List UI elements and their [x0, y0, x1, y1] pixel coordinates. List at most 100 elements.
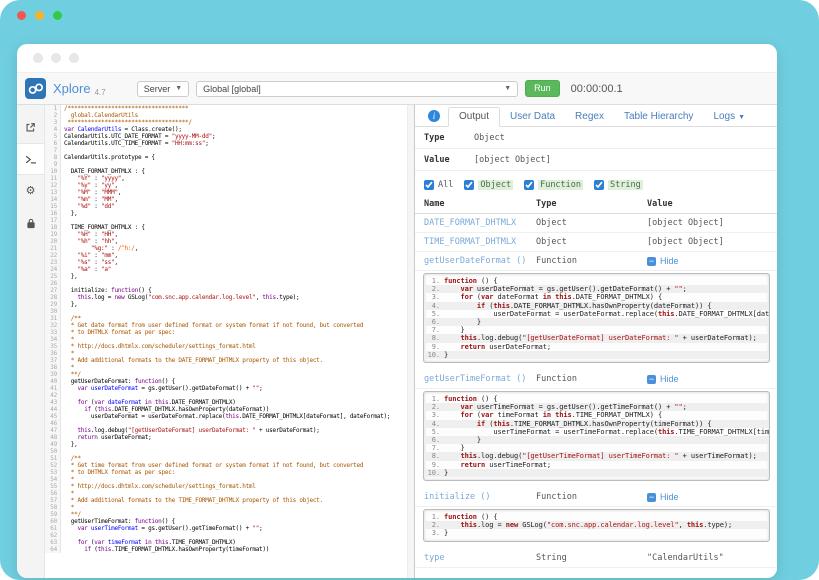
editor-line[interactable]: 56 *: [45, 490, 407, 497]
editor-line[interactable]: 62: [45, 532, 407, 539]
editor-line[interactable]: 1/************************************: [45, 105, 407, 112]
editor-line[interactable]: 20 "%h" : "hh",: [45, 238, 407, 245]
editor-line[interactable]: 7: [45, 147, 407, 154]
editor-line[interactable]: 40 getUserDateFormat: function() {: [45, 378, 407, 385]
editor-line[interactable]: 16 },: [45, 210, 407, 217]
member-name-link[interactable]: getUserDateFormat (): [424, 256, 536, 266]
editor-line[interactable]: 57 * Add additional formats to the TIME_…: [45, 497, 407, 504]
editor-line[interactable]: 32 * Get date format from user defined f…: [45, 322, 407, 329]
editor-line[interactable]: 9: [45, 161, 407, 168]
editor-line[interactable]: 34 *: [45, 336, 407, 343]
filter-checkbox[interactable]: [594, 180, 604, 190]
editor-line[interactable]: 64 if (this.TIME_FORMAT_DHTMLX.hasOwnPro…: [45, 546, 407, 553]
editor-line[interactable]: 6CalendarUtils.UTC_TIME_FORMAT = "HH:mm:…: [45, 140, 407, 147]
editor-line[interactable]: 5CalendarUtils.UTC_DATE_FORMAT = "yyyy-M…: [45, 133, 407, 140]
member-name-link[interactable]: type: [424, 553, 536, 563]
member-name-link[interactable]: TIME_FORMAT_DHTMLX: [424, 237, 536, 247]
editor-line[interactable]: 41 var userDateFormat = gs.getUser().get…: [45, 385, 407, 392]
editor-line[interactable]: 27 initialize: function() {: [45, 287, 407, 294]
sidebar-item-security[interactable]: [17, 207, 44, 239]
filter-object[interactable]: Object: [464, 180, 513, 190]
editor-line[interactable]: 47 this.log.debug("[getUserDateFormat] u…: [45, 427, 407, 434]
hide-link[interactable]: −Hide: [647, 492, 777, 502]
editor-line[interactable]: 46: [45, 420, 407, 427]
scope-select[interactable]: Global [global] ▼: [196, 81, 518, 97]
editor-scrollbar[interactable]: [407, 105, 414, 578]
member-name-link[interactable]: getUserTimeFormat (): [424, 374, 536, 384]
editor-line[interactable]: 53 * to DHTMLX format as per spec:: [45, 469, 407, 476]
editor-line[interactable]: 24 "%a" : "a": [45, 266, 407, 273]
editor-line[interactable]: 63 for (var timeFormat in this.TIME_FORM…: [45, 539, 407, 546]
minimize-window-button[interactable]: [35, 11, 44, 20]
hide-link[interactable]: −Hide: [647, 256, 777, 266]
editor-line[interactable]: 52 * Get time format from user defined f…: [45, 462, 407, 469]
sidebar-item-console[interactable]: [17, 143, 44, 175]
tab-user-data[interactable]: User Data: [500, 108, 565, 126]
editor-line[interactable]: 33 * to DHTMLX format as per spec:: [45, 329, 407, 336]
filter-checkbox[interactable]: [424, 180, 434, 190]
tab-info[interactable]: i: [420, 107, 448, 126]
editor-line[interactable]: 3 ************************************/: [45, 119, 407, 126]
editor-line[interactable]: 15 "%d" : "dd": [45, 203, 407, 210]
editor-line[interactable]: 48 return userDateFormat;: [45, 434, 407, 441]
filter-all[interactable]: All: [424, 180, 453, 190]
editor-line[interactable]: 17: [45, 217, 407, 224]
editor-line[interactable]: 49 },: [45, 441, 407, 448]
editor-line[interactable]: 44 if (this.DATE_FORMAT_DHTMLX.hasOwnPro…: [45, 406, 407, 413]
run-button[interactable]: Run: [525, 80, 560, 97]
editor-line[interactable]: 28 this.log = new GSLog("com.snc.app.cal…: [45, 294, 407, 301]
editor-line[interactable]: 13 "%M" : "MMM",: [45, 189, 407, 196]
editor-line[interactable]: 38 *: [45, 364, 407, 371]
editor-line[interactable]: 14 "%m" : "MM",: [45, 196, 407, 203]
editor-line[interactable]: 12 "%y" : "yy",: [45, 182, 407, 189]
editor-line[interactable]: 29 },: [45, 301, 407, 308]
editor-line[interactable]: 26: [45, 280, 407, 287]
filter-checkbox[interactable]: [524, 180, 534, 190]
server-dropdown[interactable]: Server ▼: [137, 81, 189, 97]
sidebar-item-open-in-new[interactable]: [17, 111, 44, 143]
sidebar-item-settings[interactable]: ⚙: [17, 175, 44, 207]
editor-line[interactable]: 39 **/: [45, 371, 407, 378]
editor-line[interactable]: 19 "%H" : "HH",: [45, 231, 407, 238]
member-name-link[interactable]: initialize (): [424, 492, 536, 502]
filter-function[interactable]: Function: [524, 180, 583, 190]
editor-line[interactable]: 30: [45, 308, 407, 315]
editor-line[interactable]: 23 "%s" : "ss",: [45, 259, 407, 266]
editor-line[interactable]: 59 **/: [45, 511, 407, 518]
member-name-link[interactable]: DATE_FORMAT_DHTMLX: [424, 218, 536, 228]
editor-line[interactable]: 4var CalendarUtils = Class.create();: [45, 126, 407, 133]
editor-line[interactable]: 42: [45, 392, 407, 399]
tab-regex[interactable]: Regex: [565, 108, 614, 126]
editor-line[interactable]: 43 for (var dateFormat in this.DATE_FORM…: [45, 399, 407, 406]
editor-line[interactable]: 18 TIME_FORMAT_DHTMLX : {: [45, 224, 407, 231]
editor-line[interactable]: 37 * Add additional formats to the DATE_…: [45, 357, 407, 364]
filter-checkbox[interactable]: [464, 180, 474, 190]
editor-line[interactable]: 60 getUserTimeFormat: function() {: [45, 518, 407, 525]
editor-line[interactable]: 31 /**: [45, 315, 407, 322]
tab-logs[interactable]: Logs▼: [703, 108, 755, 126]
editor-line[interactable]: 58 *: [45, 504, 407, 511]
editor-line[interactable]: 8CalendarUtils.prototype = {: [45, 154, 407, 161]
editor-line[interactable]: 51 /**: [45, 455, 407, 462]
editor-line[interactable]: 2 global.CalendarUtils: [45, 112, 407, 119]
source-line-text: }: [444, 351, 448, 359]
editor-line[interactable]: 36 *: [45, 350, 407, 357]
editor-line[interactable]: 25 },: [45, 273, 407, 280]
editor-line[interactable]: 54 *: [45, 476, 407, 483]
editor-line[interactable]: 11 "%Y" : "yyyy",: [45, 175, 407, 182]
editor-line[interactable]: 61 var userTimeFormat = gs.getUser().get…: [45, 525, 407, 532]
tab-output[interactable]: Output: [448, 107, 500, 127]
maximize-window-button[interactable]: [53, 11, 62, 20]
code-editor[interactable]: 1/************************************2 …: [45, 105, 407, 578]
editor-line[interactable]: 35 * http://docs.dhtmlx.com/scheduler/se…: [45, 343, 407, 350]
close-window-button[interactable]: [17, 11, 26, 20]
hide-link[interactable]: −Hide: [647, 374, 777, 384]
editor-line[interactable]: 50: [45, 448, 407, 455]
editor-line[interactable]: 45 userDateFormat = userDateFormat.repla…: [45, 413, 407, 420]
editor-line[interactable]: 10 DATE_FORMAT_DHTMLX : {: [45, 168, 407, 175]
tab-table-hierarchy[interactable]: Table Hierarchy: [614, 108, 703, 126]
filter-string[interactable]: String: [594, 180, 643, 190]
editor-line[interactable]: 22 "%i" : "mm",: [45, 252, 407, 259]
editor-line[interactable]: 21 "%g:" : /^h:/,: [45, 245, 407, 252]
editor-line[interactable]: 55 * http://docs.dhtmlx.com/scheduler/se…: [45, 483, 407, 490]
